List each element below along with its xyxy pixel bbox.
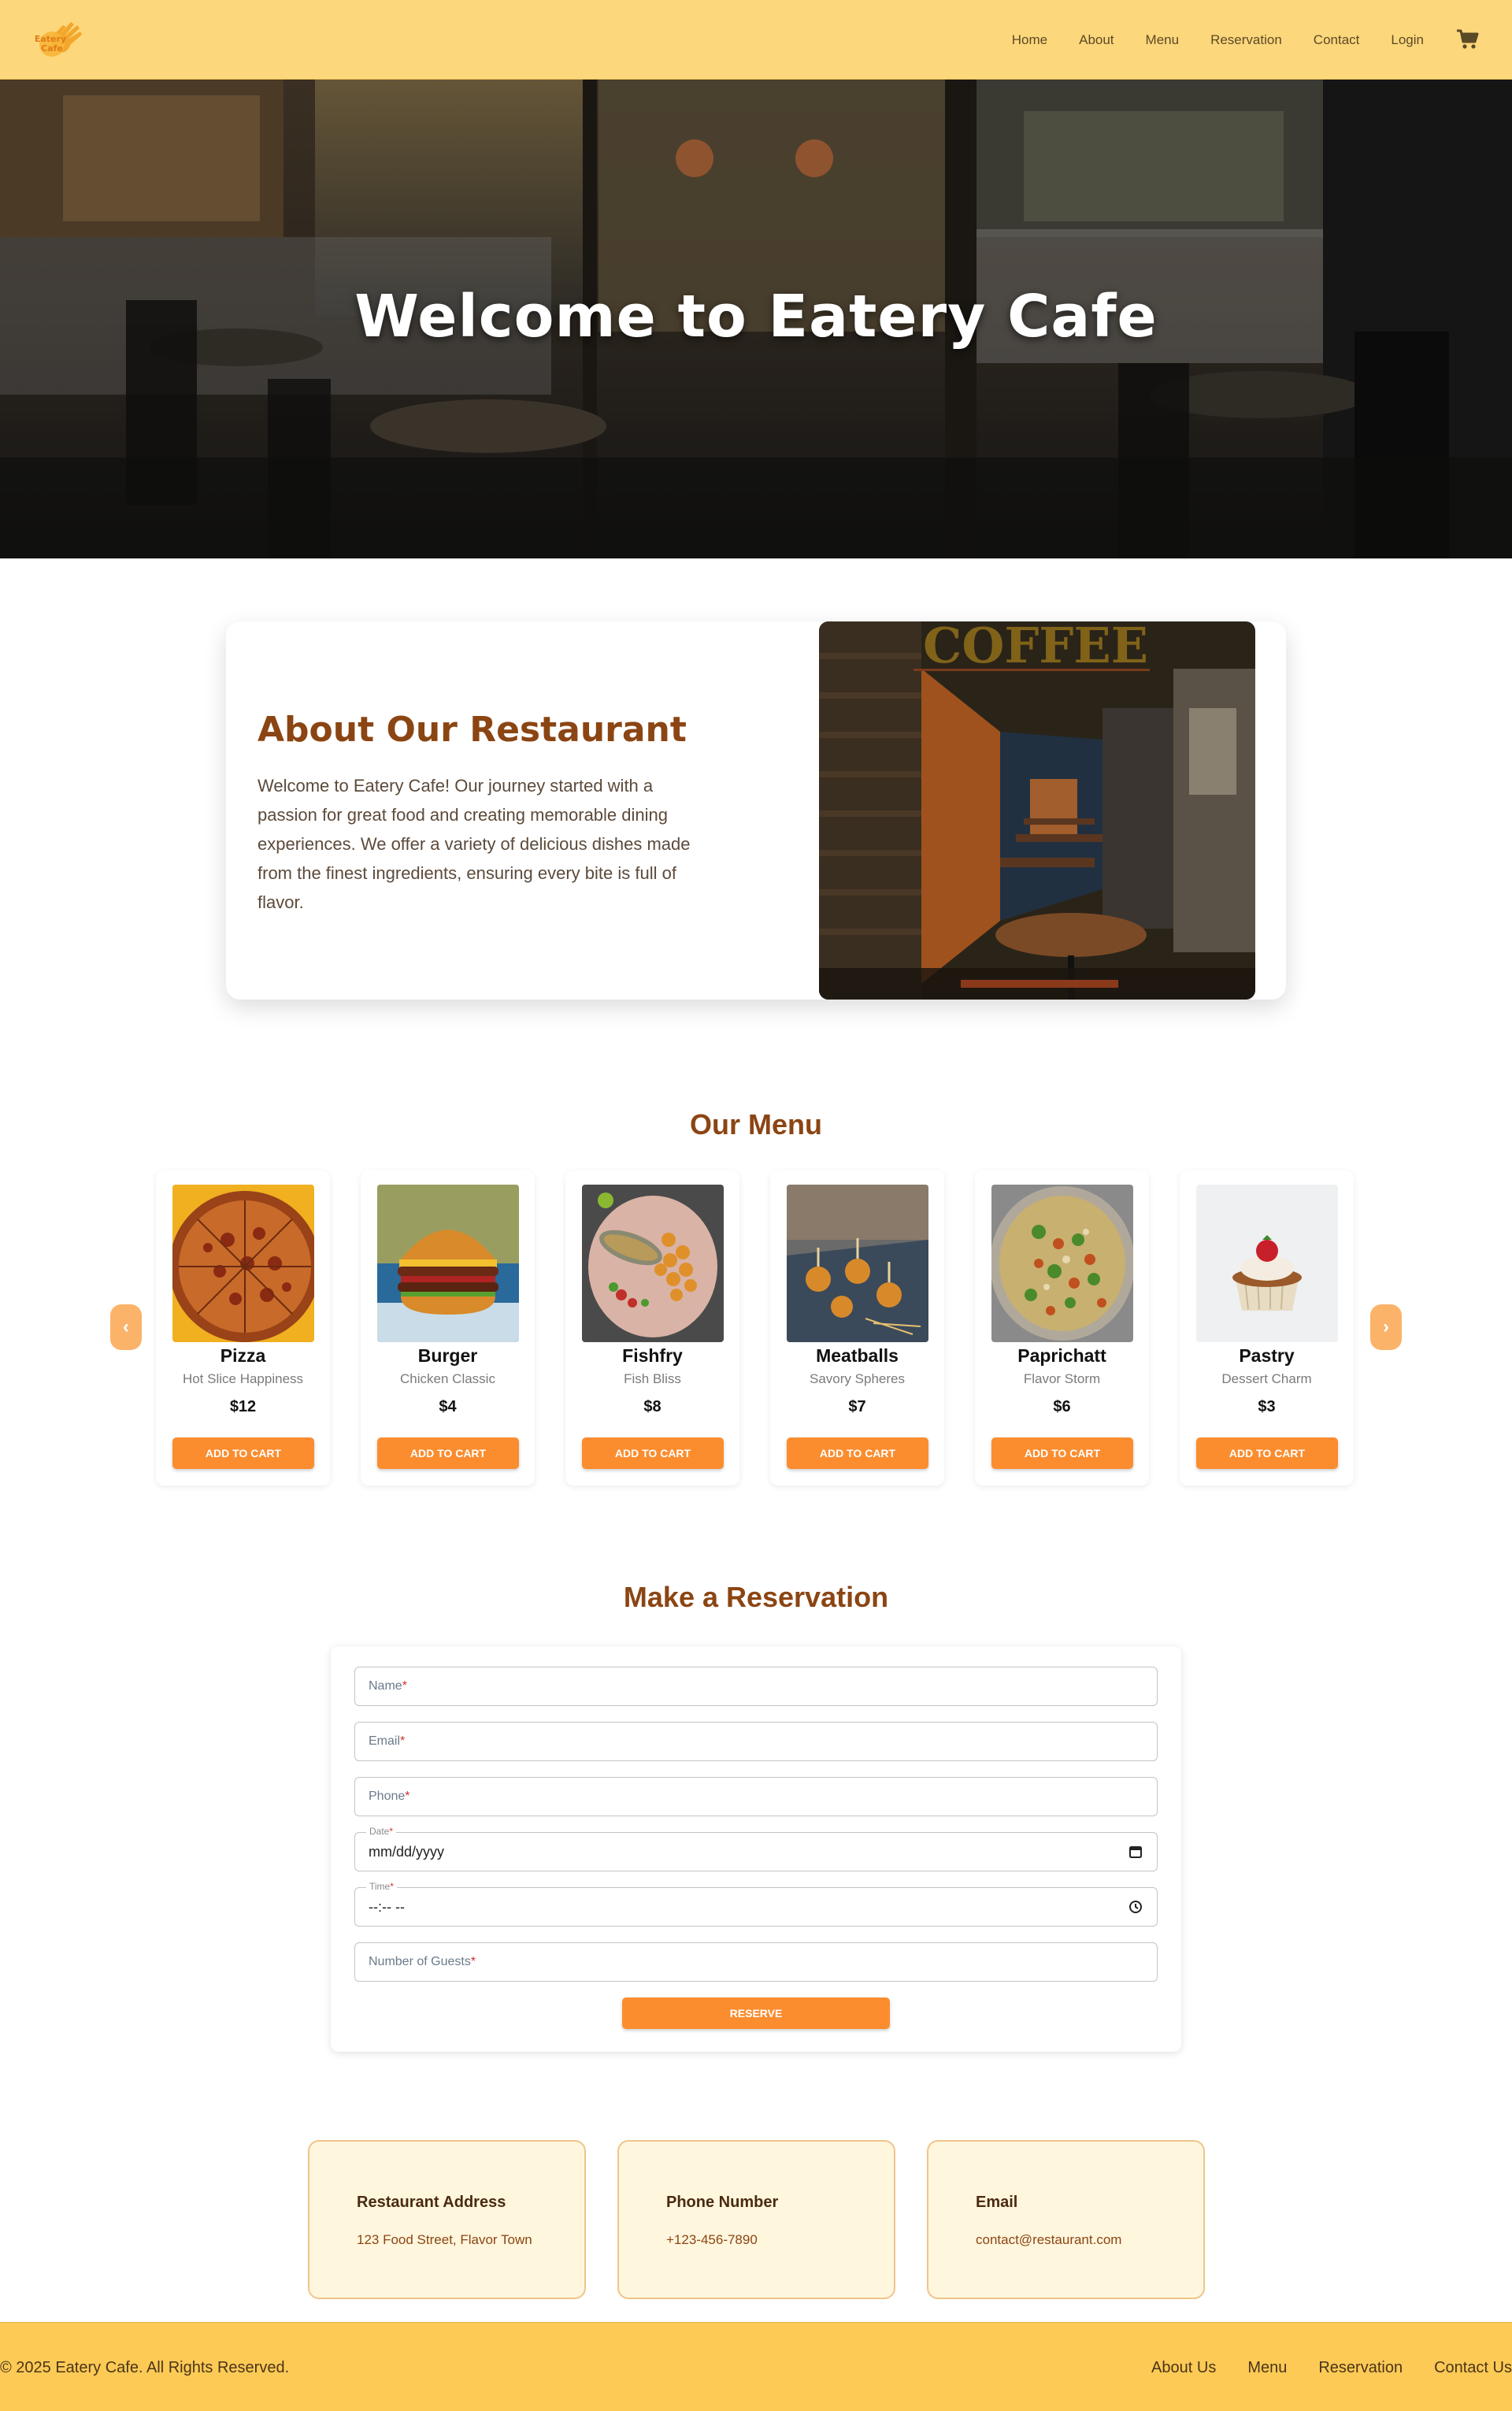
menu-card-paprichatt: Paprichatt Flavor Storm $6 ADD TO CART xyxy=(975,1170,1149,1486)
coffee-sign: COFFEE xyxy=(923,621,1148,674)
phone-field[interactable]: Phone* xyxy=(354,1777,1158,1816)
add-to-cart-button[interactable]: ADD TO CART xyxy=(991,1437,1133,1469)
footer-link-contact[interactable]: Contact Us xyxy=(1434,2359,1512,2377)
contact-card-phone: Phone Number +123-456-7890 xyxy=(617,2140,895,2299)
required-mark: * xyxy=(405,1790,410,1803)
fishfry-image xyxy=(582,1185,724,1342)
svg-text:Cafe: Cafe xyxy=(41,43,63,54)
name-field[interactable]: Name* xyxy=(354,1667,1158,1706)
contact-title: Restaurant Address xyxy=(357,2194,506,2211)
contact-card-address: Restaurant Address 123 Food Street, Flav… xyxy=(308,2140,586,2299)
carousel-prev-button[interactable]: ‹ xyxy=(110,1304,142,1350)
required-mark: * xyxy=(390,1881,394,1892)
clock-icon[interactable] xyxy=(1128,1900,1143,1914)
email-field[interactable]: Email* xyxy=(354,1722,1158,1761)
paprichatt-image xyxy=(991,1185,1133,1342)
footer-link-reservation[interactable]: Reservation xyxy=(1318,2359,1403,2377)
contact-value: contact@restaurant.com xyxy=(976,2232,1122,2247)
nav-login[interactable]: Login xyxy=(1391,32,1424,48)
menu-item-desc: Chicken Classic xyxy=(400,1371,495,1386)
menu-item-name: Pizza xyxy=(220,1345,266,1366)
required-mark: * xyxy=(402,1679,407,1693)
reservation-title: Make a Reservation xyxy=(623,1581,889,1613)
menu-item-price: $4 xyxy=(439,1398,457,1415)
time-value: --:-- -- xyxy=(369,1899,405,1915)
menu-item-desc: Fish Bliss xyxy=(624,1371,681,1386)
menu-item-desc: Flavor Storm xyxy=(1023,1371,1101,1386)
menu-title: Our Menu xyxy=(690,1108,822,1141)
about-coffee-shop-image: COFFEE xyxy=(819,621,1255,1000)
burger-image xyxy=(377,1185,519,1342)
date-value: mm/dd/yyyy xyxy=(369,1844,445,1860)
menu-card-pastry: Pastry Dessert Charm $3 ADD TO CART xyxy=(1180,1170,1354,1486)
nav-contact[interactable]: Contact xyxy=(1314,32,1360,48)
menu-item-desc: Savory Spheres xyxy=(810,1371,905,1386)
reserve-button[interactable]: RESERVE xyxy=(622,1997,890,2029)
date-field[interactable]: Date* mm/dd/yyyy xyxy=(354,1826,1158,1871)
menu-item-price: $6 xyxy=(1053,1398,1071,1415)
navbar: Eatery Cafe Home About Menu Reservation … xyxy=(0,0,1512,80)
menu-item-name: Meatballs xyxy=(816,1345,899,1366)
hero-banner: Welcome to Eatery Cafe xyxy=(0,80,1512,558)
contact-title: Email xyxy=(976,2194,1018,2211)
nav-menu[interactable]: Menu xyxy=(1146,32,1180,48)
carousel-next-button[interactable]: › xyxy=(1370,1304,1402,1350)
reservation-form: Name* Email* Phone* Date* mm/dd/yyyy Tim… xyxy=(331,1646,1181,2052)
menu-item-price: $7 xyxy=(848,1398,866,1415)
menu-item-desc: Hot Slice Happiness xyxy=(182,1371,304,1386)
about-text: Welcome to Eatery Cafe! Our journey star… xyxy=(258,776,691,912)
guests-field[interactable]: Number of Guests* xyxy=(354,1942,1158,1982)
required-mark: * xyxy=(400,1734,406,1748)
menu-item-name: Burger xyxy=(417,1345,478,1366)
menu-item-name: Pastry xyxy=(1239,1345,1295,1366)
menu-item-desc: Dessert Charm xyxy=(1221,1371,1312,1386)
menu-item-name: Fishfry xyxy=(622,1345,683,1366)
time-field[interactable]: Time* --:-- -- xyxy=(354,1881,1158,1927)
contact-title: Phone Number xyxy=(666,2194,779,2211)
logo-icon: Eatery Cafe xyxy=(35,22,82,57)
contact-value: +123-456-7890 xyxy=(666,2232,758,2247)
shopping-cart-icon[interactable] xyxy=(1455,28,1479,50)
add-to-cart-button[interactable]: ADD TO CART xyxy=(172,1437,314,1469)
pizza-image xyxy=(172,1185,314,1342)
nav-about[interactable]: About xyxy=(1079,32,1114,48)
required-mark: * xyxy=(470,1955,476,1968)
contact-card-email: Email contact@restaurant.com xyxy=(927,2140,1205,2299)
about-section: About Our Restaurant Welcome to Eatery C… xyxy=(226,621,1286,1000)
contact-value: 123 Food Street, Flavor Town xyxy=(357,2232,532,2247)
add-to-cart-button[interactable]: ADD TO CART xyxy=(787,1437,928,1469)
required-mark: * xyxy=(389,1826,394,1837)
email-label: Email xyxy=(369,1734,401,1748)
copyright-text: © 2025 Eatery Cafe. All Rights Reserved. xyxy=(0,2359,290,2376)
name-label: Name xyxy=(369,1679,402,1693)
footer-links: About Us Menu Reservation Contact Us xyxy=(1120,2359,1512,2377)
date-label: Date xyxy=(369,1826,390,1837)
add-to-cart-button[interactable]: ADD TO CART xyxy=(377,1437,519,1469)
nav-links: Home About Menu Reservation Contact Logi… xyxy=(980,0,1424,80)
menu-item-price: $12 xyxy=(229,1398,257,1415)
footer-link-about[interactable]: About Us xyxy=(1151,2359,1216,2377)
footer-link-menu[interactable]: Menu xyxy=(1247,2359,1287,2377)
menu-card-fishfry: Fishfry Fish Bliss $8 ADD TO CART xyxy=(565,1170,739,1486)
footer: © 2025 Eatery Cafe. All Rights Reserved.… xyxy=(0,2322,1512,2411)
nav-reservation[interactable]: Reservation xyxy=(1210,32,1282,48)
phone-label: Phone xyxy=(369,1790,406,1803)
calendar-icon[interactable] xyxy=(1128,1845,1143,1859)
time-label: Time xyxy=(369,1881,391,1892)
menu-item-price: $3 xyxy=(1258,1398,1276,1415)
menu-item-name: Paprichatt xyxy=(1017,1345,1106,1366)
add-to-cart-button[interactable]: ADD TO CART xyxy=(582,1437,724,1469)
guests-label: Number of Guests xyxy=(369,1955,471,1968)
menu-card-meatballs: Meatballs Savory Spheres $7 ADD TO CART xyxy=(770,1170,944,1486)
meatballs-image xyxy=(787,1185,928,1342)
nav-home[interactable]: Home xyxy=(1012,32,1047,48)
add-to-cart-button[interactable]: ADD TO CART xyxy=(1196,1437,1338,1469)
about-title: About Our Restaurant xyxy=(258,710,687,750)
logo[interactable]: Eatery Cafe xyxy=(28,17,91,63)
pastry-image xyxy=(1196,1185,1338,1342)
menu-card-burger: Burger Chicken Classic $4 ADD TO CART xyxy=(361,1170,535,1486)
menu-card-pizza: Pizza Hot Slice Happiness $12 ADD TO CAR… xyxy=(156,1170,330,1486)
menu-item-price: $8 xyxy=(643,1398,662,1415)
hero-title: Welcome to Eatery Cafe xyxy=(354,283,1158,351)
